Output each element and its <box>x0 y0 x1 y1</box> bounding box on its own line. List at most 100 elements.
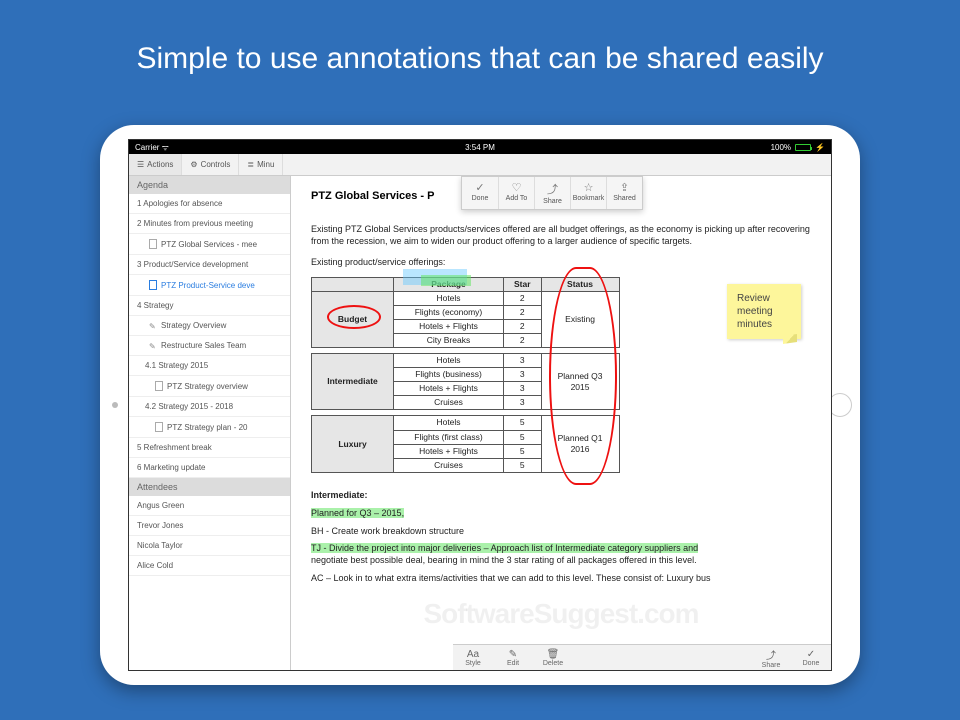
package-cell: Flights (business) <box>394 368 504 382</box>
package-cell: Hotels + Flights <box>394 382 504 396</box>
camera-dot <box>112 402 118 408</box>
agenda-item[interactable]: 5 Refreshment break <box>129 438 290 458</box>
star-cell: 3 <box>504 396 542 410</box>
doc-icon <box>155 381 163 391</box>
tj-line-cont: negotiate best possible deal, bearing in… <box>311 555 811 567</box>
doc-icon <box>155 422 163 432</box>
heart-icon: ♡ <box>499 181 534 194</box>
check-icon: ✓ <box>791 649 831 660</box>
hero-headline: Simple to use annotations that can be sh… <box>0 0 960 76</box>
ipad-frame: Carrier ᯤ 3:54 PM 100% ⚡ ☰Actions ⚙Contr… <box>100 125 860 685</box>
style-button[interactable]: AaStyle <box>453 649 493 667</box>
agenda-item[interactable]: 4 Strategy <box>129 296 290 316</box>
tab-controls[interactable]: ⚙Controls <box>182 154 239 175</box>
category-cell: Luxury <box>312 416 394 472</box>
popup-bookmark[interactable]: ☆Bookmark <box>570 177 606 209</box>
star-cell: 3 <box>504 354 542 368</box>
popup-addto[interactable]: ♡Add To <box>498 177 534 209</box>
bh-line: BH - Create work breakdown structure <box>311 526 811 538</box>
star-cell: 3 <box>504 382 542 396</box>
table-header <box>312 278 394 292</box>
agenda-subitem-selected[interactable]: PTZ Product-Service deve <box>129 275 290 296</box>
sidebar: Agenda 1 Apologies for absence 2 Minutes… <box>129 176 291 670</box>
section-intermediate: Intermediate: <box>311 490 811 502</box>
star-cell: 2 <box>504 334 542 348</box>
agenda-item[interactable]: 3 Product/Service development <box>129 255 290 275</box>
clock: 3:54 PM <box>465 143 495 152</box>
agenda-subitem[interactable]: PTZ Strategy plan - 20 <box>129 417 290 438</box>
package-cell: Hotels <box>394 292 504 306</box>
carrier-label: Carrier ᯤ <box>135 142 169 153</box>
action-popup: ✓Done ♡Add To ⤴Share ☆Bookmark ⇪Shared <box>461 176 643 210</box>
attendee-item[interactable]: Nicola Taylor <box>129 536 290 556</box>
star-cell: 2 <box>504 292 542 306</box>
package-cell: Cruises <box>394 396 504 410</box>
agenda-item[interactable]: 4.2 Strategy 2015 - 2018 <box>129 397 290 417</box>
document-pane: ✓Done ♡Add To ⤴Share ☆Bookmark ⇪Shared P… <box>291 176 831 670</box>
agenda-item[interactable]: 6 Marketing update <box>129 458 290 478</box>
popup-shared[interactable]: ⇪Shared <box>606 177 642 209</box>
edit-icon: ✎ <box>493 649 533 660</box>
agenda-subitem[interactable]: PTZ Strategy overview <box>129 376 290 397</box>
battery-icon <box>795 144 811 151</box>
highlighted-text: Planned for Q3 – 2015, <box>311 508 404 518</box>
doc-icon <box>149 239 157 249</box>
agenda-item[interactable]: 1 Apologies for absence <box>129 194 290 214</box>
package-cell: Flights (economy) <box>394 306 504 320</box>
popup-share[interactable]: ⤴Share <box>534 177 570 209</box>
intro-paragraph: Existing PTZ Global Services products/se… <box>311 224 811 247</box>
doc-icon <box>149 280 157 290</box>
shared-icon: ⇪ <box>607 181 642 194</box>
top-toolbar: ☰Actions ⚙Controls ≣Minu <box>129 154 831 176</box>
star-cell: 3 <box>504 368 542 382</box>
agenda-subitem[interactable]: PTZ Global Services - mee <box>129 234 290 255</box>
style-icon: Aa <box>453 649 493 660</box>
bookmark-icon: ☆ <box>571 181 606 194</box>
trash-icon: 🗑 <box>533 649 573 660</box>
attendees-header: Attendees <box>129 478 290 496</box>
attendee-item[interactable]: Trevor Jones <box>129 516 290 536</box>
package-cell: Hotels <box>394 354 504 368</box>
sticky-note[interactable]: Review meeting minutes <box>727 284 801 339</box>
agenda-header: Agenda <box>129 176 290 194</box>
attendee-item[interactable]: Alice Cold <box>129 556 290 576</box>
tab-actions[interactable]: ☰Actions <box>129 154 182 175</box>
annotation-circle-budget <box>327 305 381 329</box>
package-cell: Hotels <box>394 416 504 430</box>
done-button[interactable]: ✓Done <box>791 649 831 667</box>
popup-done[interactable]: ✓Done <box>462 177 498 209</box>
package-cell: Cruises <box>394 458 504 472</box>
highlight-green <box>421 275 471 286</box>
attendee-item[interactable]: Angus Green <box>129 496 290 516</box>
offerings-label: Existing product/service offerings: <box>311 257 811 269</box>
delete-button[interactable]: 🗑Delete <box>533 649 573 667</box>
package-cell: Flights (first class) <box>394 430 504 444</box>
share-icon: ⤴ <box>535 181 570 197</box>
edit-button[interactable]: ✎Edit <box>493 649 533 667</box>
battery-percent: 100% <box>771 143 791 152</box>
category-cell: Intermediate <box>312 354 394 410</box>
pen-icon <box>149 342 157 350</box>
agenda-subitem[interactable]: Restructure Sales Team <box>129 336 290 356</box>
table-header: Star <box>504 278 542 292</box>
agenda-item[interactable]: 2 Minutes from previous meeting <box>129 214 290 234</box>
agenda-item[interactable]: 4.1 Strategy 2015 <box>129 356 290 376</box>
bottom-toolbar: AaStyle ✎Edit 🗑Delete ⤴Share ✓Done <box>453 644 831 670</box>
star-cell: 2 <box>504 306 542 320</box>
agenda-subitem[interactable]: Strategy Overview <box>129 316 290 336</box>
status-bar: Carrier ᯤ 3:54 PM 100% ⚡ <box>129 140 831 154</box>
share-button[interactable]: ⤴Share <box>751 647 791 669</box>
check-icon: ✓ <box>462 181 498 194</box>
package-cell: City Breaks <box>394 334 504 348</box>
pen-icon <box>149 322 157 330</box>
package-cell: Hotels + Flights <box>394 320 504 334</box>
star-cell: 5 <box>504 458 542 472</box>
package-cell: Hotels + Flights <box>394 444 504 458</box>
star-cell: 5 <box>504 444 542 458</box>
share-icon: ⤴ <box>751 647 791 662</box>
highlighted-text: TJ - Divide the project into major deliv… <box>311 543 698 553</box>
tab-minutes[interactable]: ≣Minu <box>239 154 283 175</box>
annotation-circle-status <box>549 267 617 485</box>
charging-icon: ⚡ <box>815 143 825 152</box>
star-cell: 5 <box>504 416 542 430</box>
